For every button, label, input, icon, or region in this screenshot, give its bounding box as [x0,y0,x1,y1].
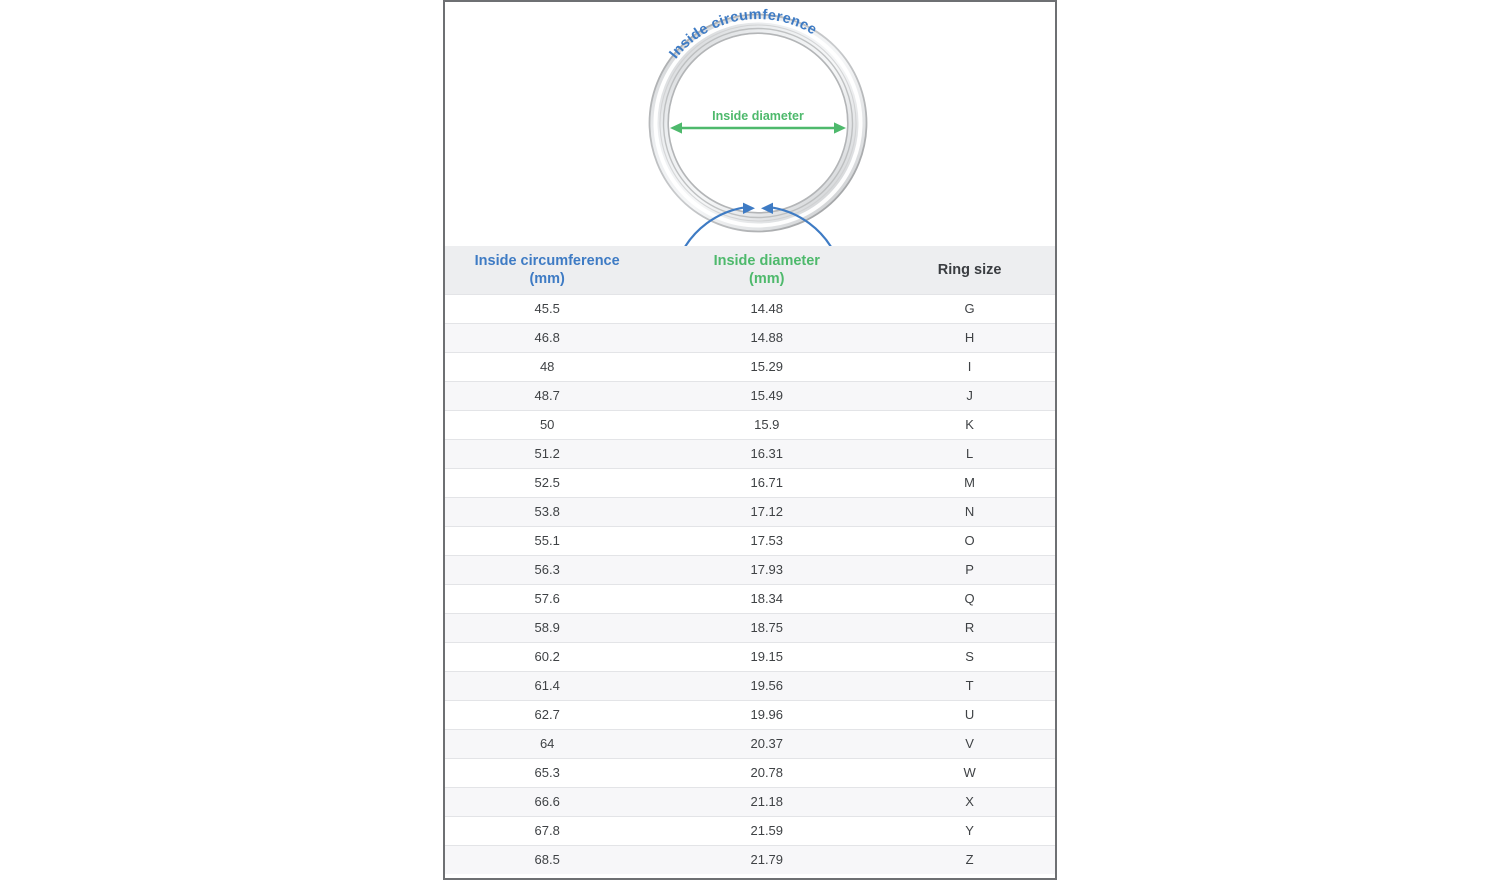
ring-size-card: Inside circumference Inside diameter Ins… [443,0,1057,880]
diameter-cell: 18.34 [649,584,884,613]
circumference-cell: 45.5 [445,294,649,323]
ring-size-cell: S [884,642,1055,671]
table-row: 62.7 19.96 U [445,700,1055,729]
arrowhead-right-icon [834,122,846,133]
diameter-cell: 19.96 [649,700,884,729]
col-header-diameter: Inside diameter (mm) [649,246,884,294]
col-header-circumference: Inside circumference (mm) [445,246,649,294]
diameter-cell: 21.59 [649,816,884,845]
arrowhead-left-icon [670,122,682,133]
table-row: 48.7 15.49 J [445,381,1055,410]
col-header-ring-size: Ring size [884,246,1055,294]
circumference-cell: 53.8 [445,497,649,526]
ring-size-cell: T [884,671,1055,700]
diameter-cell: 15.49 [649,381,884,410]
ring-size-cell: I [884,352,1055,381]
table-row: 68.5 21.79 Z [445,845,1055,874]
diameter-cell: 16.31 [649,439,884,468]
ring-size-cell: G [884,294,1055,323]
circumference-cell: 48.7 [445,381,649,410]
diameter-cell: 18.75 [649,613,884,642]
table-row: 65.3 20.78 W [445,758,1055,787]
ring-size-table: Inside circumference (mm) Inside diamete… [445,246,1055,874]
ring-size-cell: N [884,497,1055,526]
table-row: 52.5 16.71 M [445,468,1055,497]
diameter-label: Inside diameter [712,109,804,123]
table-row: 61.4 19.56 T [445,671,1055,700]
circumference-cell: 58.9 [445,613,649,642]
table-row: 50 15.9 K [445,410,1055,439]
diameter-cell: 17.53 [649,526,884,555]
diameter-cell: 14.88 [649,323,884,352]
table-row: 56.3 17.93 P [445,555,1055,584]
diameter-cell: 17.93 [649,555,884,584]
ring-size-cell: K [884,410,1055,439]
circumference-cell: 61.4 [445,671,649,700]
circumference-cell: 62.7 [445,700,649,729]
diameter-cell: 15.29 [649,352,884,381]
diameter-arrow [670,122,846,133]
ring-size-cell: M [884,468,1055,497]
ring-size-cell: Q [884,584,1055,613]
circumference-cell: 52.5 [445,468,649,497]
diameter-cell: 16.71 [649,468,884,497]
diameter-cell: 20.78 [649,758,884,787]
diameter-cell: 21.18 [649,787,884,816]
ring-size-cell: J [884,381,1055,410]
diameter-cell: 19.15 [649,642,884,671]
table-row: 45.5 14.48 G [445,294,1055,323]
table-row: 53.8 17.12 N [445,497,1055,526]
diameter-cell: 21.79 [649,845,884,874]
table-row: 58.9 18.75 R [445,613,1055,642]
ring-size-cell: Y [884,816,1055,845]
table-row: 51.2 16.31 L [445,439,1055,468]
diameter-cell: 20.37 [649,729,884,758]
table-row: 48 15.29 I [445,352,1055,381]
ring-size-cell: R [884,613,1055,642]
circumference-cell: 57.6 [445,584,649,613]
circumference-cell: 67.8 [445,816,649,845]
ring-diagram-area: Inside circumference Inside diameter [445,2,1055,246]
col-header-ring-size-label: Ring size [938,262,1002,278]
col-header-diameter-unit: (mm) [749,271,784,287]
ring-size-cell: W [884,758,1055,787]
col-header-circumference-unit: (mm) [529,271,564,287]
circumference-cell: 50 [445,410,649,439]
table-row: 67.8 21.59 Y [445,816,1055,845]
circumference-cell: 60.2 [445,642,649,671]
ring-size-cell: P [884,555,1055,584]
circumference-cell: 66.6 [445,787,649,816]
circumference-cell: 48 [445,352,649,381]
table-row: 60.2 19.15 S [445,642,1055,671]
diameter-cell: 17.12 [649,497,884,526]
diameter-cell: 14.48 [649,294,884,323]
ring-size-cell: U [884,700,1055,729]
circumference-cell: 46.8 [445,323,649,352]
ring-size-cell: O [884,526,1055,555]
circumference-cell: 55.1 [445,526,649,555]
table-body: 45.5 14.48 G 46.8 14.88 H 48 15.29 I 48.… [445,294,1055,874]
table-row: 57.6 18.34 Q [445,584,1055,613]
col-header-circumference-label: Inside circumference [475,253,620,269]
ring-size-cell: V [884,729,1055,758]
diameter-cell: 19.56 [649,671,884,700]
ring-size-cell: Z [884,845,1055,874]
table-row: 64 20.37 V [445,729,1055,758]
ring-size-cell: H [884,323,1055,352]
col-header-diameter-label: Inside diameter [714,253,820,269]
circumference-cell: 51.2 [445,439,649,468]
ring-size-cell: L [884,439,1055,468]
circumference-cell: 56.3 [445,555,649,584]
circumference-cell: 65.3 [445,758,649,787]
circumference-cell: 64 [445,729,649,758]
diameter-cell: 15.9 [649,410,884,439]
table-row: 55.1 17.53 O [445,526,1055,555]
ring-size-cell: X [884,787,1055,816]
table-row: 46.8 14.88 H [445,323,1055,352]
ring-diagram: Inside circumference Inside diameter [445,2,1055,246]
table-row: 66.6 21.18 X [445,787,1055,816]
table-header-row: Inside circumference (mm) Inside diamete… [445,246,1055,294]
circumference-cell: 68.5 [445,845,649,874]
